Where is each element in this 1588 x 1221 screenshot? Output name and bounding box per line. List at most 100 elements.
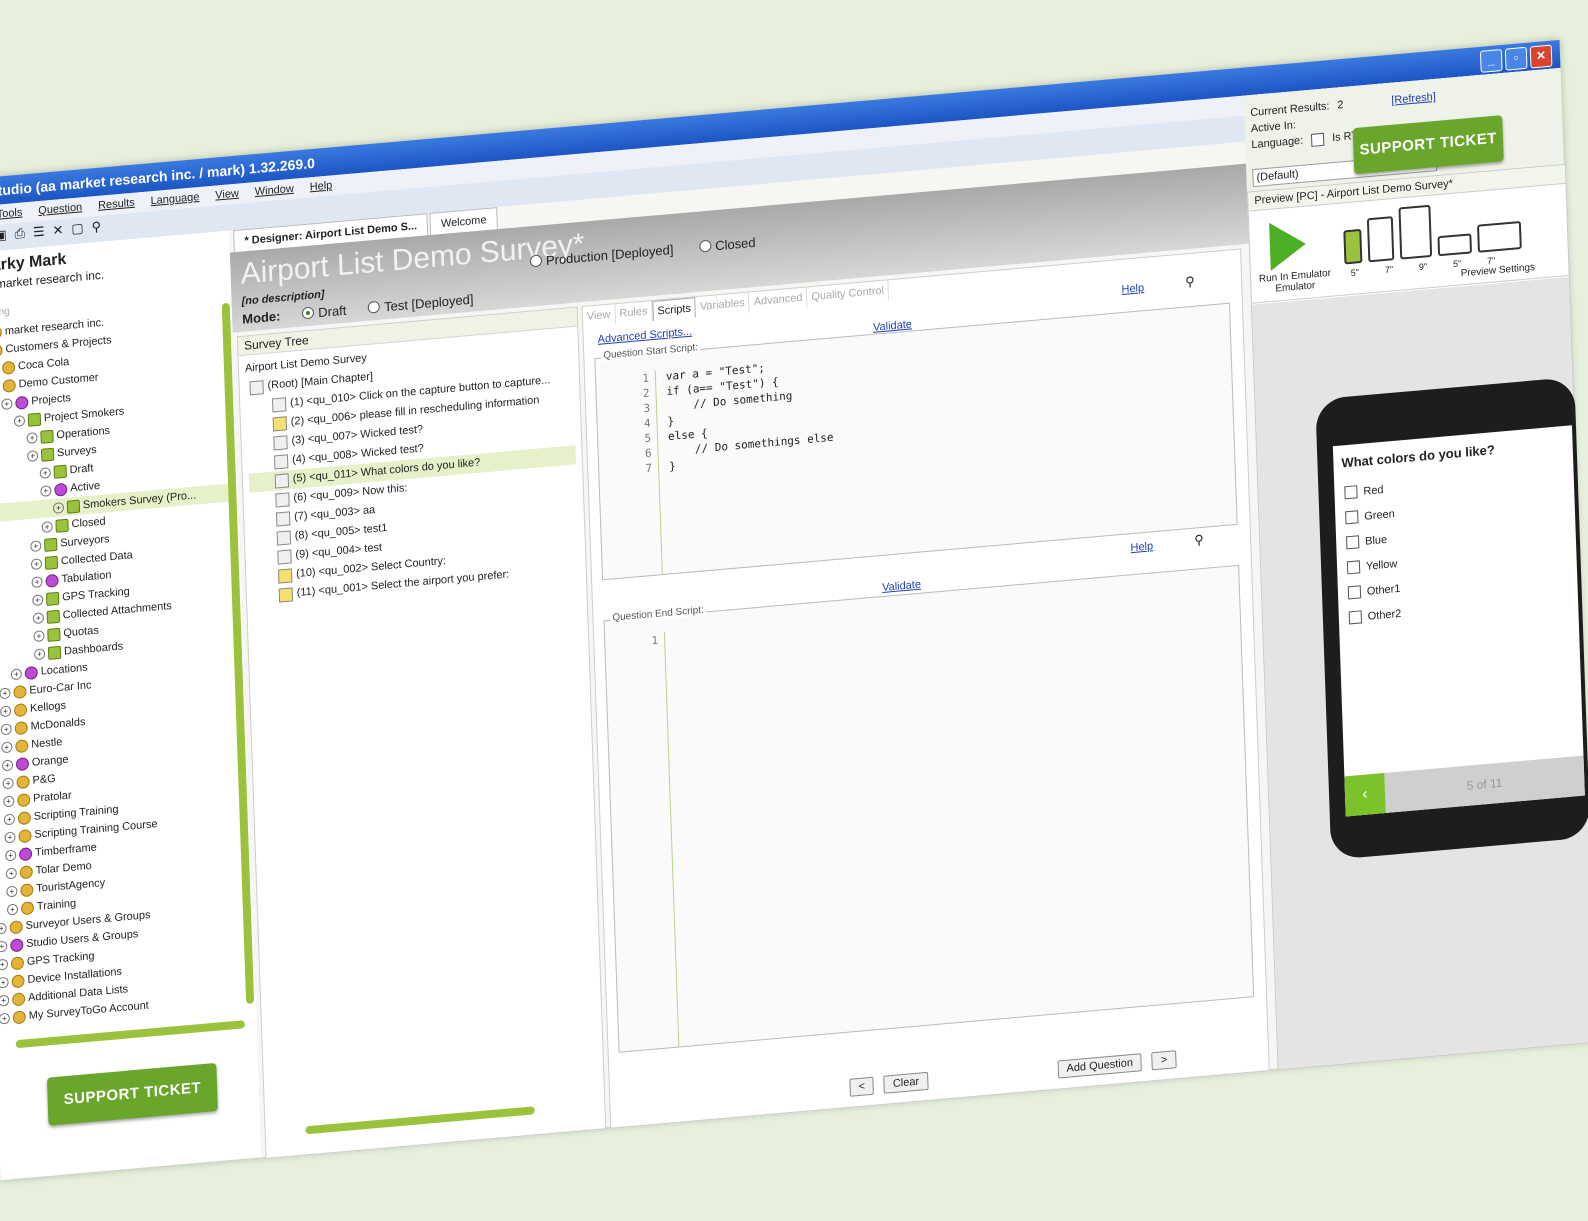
tab-view[interactable]: View — [582, 304, 616, 328]
save-icon[interactable]: ▣ — [0, 227, 7, 244]
expand-icon[interactable]: + — [13, 414, 26, 427]
start-script-label: Question Start Script: — [601, 341, 701, 362]
play-icon[interactable] — [1269, 219, 1307, 271]
run-in-emulator[interactable]: Run In Emulator Emulator — [1255, 267, 1335, 296]
new-document-icon[interactable]: ▢ — [71, 220, 84, 237]
mode-draft[interactable]: Draft — [302, 303, 347, 322]
expand-icon[interactable]: + — [1, 397, 13, 410]
expand-icon[interactable]: + — [5, 867, 17, 879]
option-label: Yellow — [1365, 557, 1398, 573]
tab-rules[interactable]: Rules — [615, 300, 653, 325]
tablet-landscape-7-icon[interactable] — [1477, 220, 1522, 253]
node-icon — [18, 846, 33, 861]
expand-icon[interactable]: + — [27, 449, 39, 462]
expand-icon[interactable]: + — [52, 501, 65, 514]
expand-icon[interactable]: + — [33, 629, 45, 642]
option-checkbox[interactable] — [1345, 510, 1359, 525]
print-icon[interactable]: ⎙ — [14, 225, 25, 242]
end-script-editor[interactable]: 1 — [605, 582, 1253, 1052]
device-size-label: 7" — [1384, 264, 1394, 275]
tablet-7-icon[interactable] — [1366, 216, 1395, 263]
menu-view[interactable]: View — [215, 184, 239, 206]
expand-icon[interactable]: + — [31, 575, 43, 588]
language-label: Language: — [1251, 134, 1304, 152]
expand-icon[interactable]: + — [4, 849, 17, 861]
option-checkbox[interactable] — [1344, 485, 1358, 500]
binoculars-icon[interactable]: ⚲ — [1185, 274, 1195, 291]
phone-5-icon[interactable] — [1343, 228, 1363, 265]
expand-icon[interactable]: + — [40, 484, 52, 497]
minimize-button[interactable]: _ — [1479, 48, 1503, 73]
expand-icon[interactable]: + — [6, 903, 19, 916]
phone-landscape-5-icon[interactable] — [1437, 233, 1473, 257]
list-icon[interactable]: ☰ — [33, 224, 45, 241]
tree-scrollbar[interactable] — [305, 1106, 535, 1135]
node-icon — [20, 900, 35, 915]
expand-icon[interactable]: + — [3, 794, 15, 807]
add-question-button[interactable]: Add Question — [1057, 1053, 1143, 1079]
option-label: Other1 — [1366, 582, 1401, 598]
expand-icon[interactable]: + — [41, 520, 53, 533]
expand-icon[interactable]: + — [39, 466, 51, 479]
support-ticket-button-left[interactable]: SUPPORT TICKET — [46, 1062, 218, 1126]
expand-icon[interactable]: + — [2, 776, 14, 789]
expand-icon[interactable]: + — [0, 958, 9, 971]
tab-variables[interactable]: Variables — [695, 292, 751, 318]
end-validate-link[interactable]: Validate — [882, 579, 921, 594]
menu-tools[interactable]: Tools — [0, 203, 23, 225]
expand-icon[interactable]: + — [26, 431, 38, 444]
expand-icon[interactable]: + — [0, 940, 8, 953]
delete-icon[interactable]: ✕ — [52, 222, 63, 239]
find-icon[interactable]: ⚲ — [91, 219, 101, 236]
expand-icon[interactable]: + — [32, 593, 44, 606]
binoculars-icon[interactable]: ⚲ — [1194, 532, 1204, 549]
expand-icon[interactable]: + — [0, 686, 11, 699]
close-button[interactable]: ✕ — [1529, 44, 1553, 69]
tab-advanced[interactable]: Advanced — [749, 287, 808, 313]
option-checkbox[interactable] — [1348, 610, 1363, 625]
expand-icon[interactable]: + — [0, 704, 12, 717]
tab-quality-control[interactable]: Quality Control — [807, 280, 890, 308]
expand-icon[interactable]: + — [1, 740, 13, 753]
expand-icon[interactable]: + — [30, 557, 43, 570]
question-icon — [277, 548, 292, 565]
expand-icon[interactable]: + — [3, 812, 16, 825]
studio-app: ▾ ✕ o Studio (aa market research inc. / … — [0, 39, 1588, 1181]
expand-icon[interactable]: + — [30, 539, 42, 552]
node-icon — [45, 573, 59, 588]
option-checkbox[interactable] — [1345, 535, 1360, 550]
expand-icon[interactable]: + — [32, 611, 45, 624]
mode-closed-label: Closed — [714, 234, 756, 254]
end-help-link[interactable]: Help — [1130, 540, 1153, 554]
line-number: 1 — [651, 633, 659, 648]
preview-prev-button[interactable]: ‹ — [1344, 772, 1386, 817]
option-checkbox[interactable] — [1347, 585, 1362, 600]
expand-icon[interactable]: + — [4, 830, 16, 843]
start-help-link[interactable]: Help — [1121, 282, 1144, 296]
expand-icon[interactable]: + — [0, 722, 12, 735]
node-icon — [13, 702, 28, 717]
option-checkbox[interactable] — [1346, 560, 1361, 575]
next-question-button[interactable]: > — [1151, 1050, 1177, 1071]
expand-icon[interactable]: + — [0, 994, 10, 1007]
expand-icon[interactable]: + — [1, 758, 14, 771]
navigation-panel: Marky Mark aa market research inc. Filte… — [0, 230, 263, 1181]
expand-icon[interactable]: + — [0, 976, 9, 989]
designer-area: * Designer: Airport List Demo S... Welco… — [229, 141, 1278, 1159]
expand-icon[interactable]: + — [0, 1012, 11, 1025]
node-icon — [13, 684, 27, 699]
tablet-9-icon[interactable] — [1398, 204, 1433, 260]
expand-icon[interactable]: + — [33, 647, 46, 660]
node-icon — [16, 774, 30, 789]
menu-help[interactable]: Help — [309, 175, 333, 197]
previous-question-button[interactable]: < — [849, 1076, 875, 1097]
is-rtl-checkbox[interactable] — [1310, 132, 1325, 147]
tab-scripts[interactable]: Scripts — [652, 297, 697, 321]
expand-icon[interactable]: + — [0, 922, 7, 935]
expand-icon[interactable]: + — [6, 885, 18, 897]
restore-button[interactable]: ▫ — [1504, 46, 1528, 71]
mode-closed[interactable]: Closed — [699, 235, 756, 255]
expand-icon[interactable]: + — [10, 667, 22, 680]
clear-button[interactable]: Clear — [883, 1071, 929, 1094]
mode-test[interactable]: Test [Deployed] — [367, 292, 474, 316]
